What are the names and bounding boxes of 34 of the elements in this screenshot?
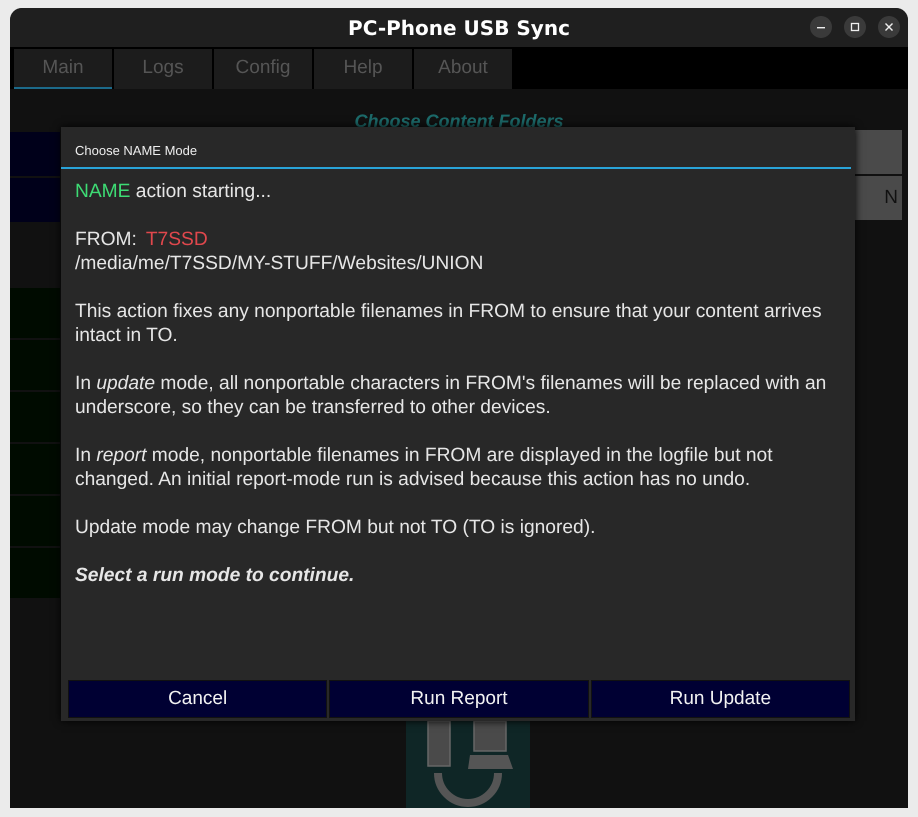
panel-block	[10, 178, 60, 222]
description-text: Update mode may change FROM but not TO (TO is ignored).	[75, 516, 596, 540]
dialog-button[interactable]: Run Report	[329, 680, 589, 718]
tab[interactable]: Config	[214, 49, 312, 89]
description-text: In report mode, nonportable filenames in FROM are displayed in the logfile but not changed. An initial report-mode run is advised because this action has no undo.	[75, 444, 774, 492]
maximize-button[interactable]	[844, 16, 866, 38]
minimize-button[interactable]	[810, 16, 832, 38]
from-label: FROM:	[75, 229, 137, 250]
panel-block	[10, 496, 60, 546]
window-title: PC-Phone USB Sync	[348, 16, 570, 40]
dialog-button[interactable]: Cancel	[68, 680, 328, 718]
close-icon	[884, 22, 894, 32]
tab[interactable]: Main	[14, 49, 112, 89]
from-path: /media/me/T7SSD/MY-STUFF/Websites/UNION	[75, 252, 484, 276]
panel-block	[10, 340, 60, 390]
dialog-button[interactable]: Run Update	[590, 680, 850, 718]
side-button[interactable]: N	[855, 176, 902, 220]
tab[interactable]: Help	[314, 49, 412, 89]
panel-block	[10, 444, 60, 494]
panel-block	[10, 132, 60, 176]
description-text: This action fixes any nonportable filenames in FROM to ensure that your content arrives intact in TO.	[75, 300, 823, 348]
status-line: NAME action starting...	[75, 180, 272, 204]
device-name: T7SSD	[146, 229, 208, 250]
section-heading: Choose Content Folders	[353, 110, 564, 125]
dialog-title: Choose NAME Mode	[61, 127, 851, 169]
panel-block	[10, 548, 60, 598]
prompt-text: Select a run mode to continue.	[75, 564, 356, 588]
description-text: In update mode, all nonportable characters in FROM's filenames will be replaced with an underscore, so they can be transferred to other devices.	[75, 372, 828, 420]
maximize-icon	[850, 22, 860, 32]
panel-block	[10, 288, 60, 338]
tab[interactable]: Logs	[114, 49, 212, 89]
tab[interactable]: About	[414, 49, 512, 89]
close-button[interactable]	[878, 16, 900, 38]
panel-block	[10, 392, 60, 442]
